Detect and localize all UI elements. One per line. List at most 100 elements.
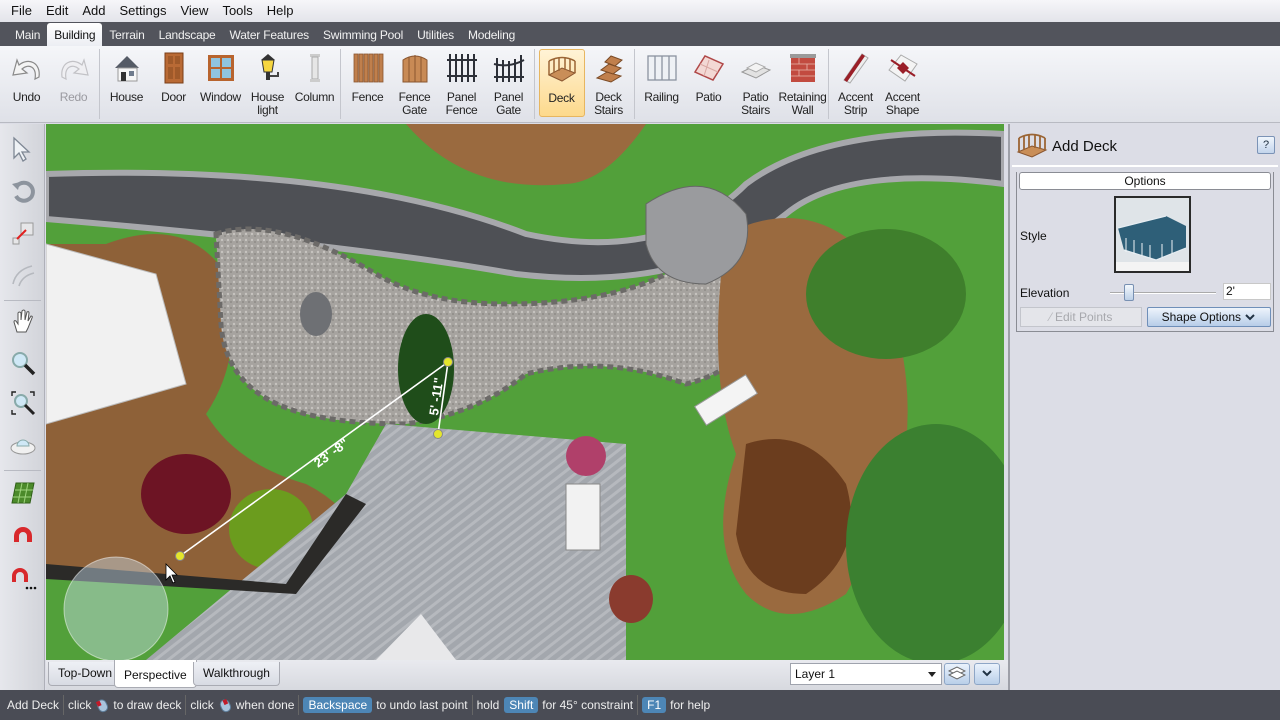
- panel-gate-icon: [492, 51, 526, 85]
- view-tab-top-down[interactable]: Top-Down: [48, 662, 123, 686]
- tab-swimming-pool[interactable]: Swimming Pool: [316, 24, 410, 46]
- status-text: click: [190, 698, 214, 712]
- snap-options-icon[interactable]: [8, 562, 38, 592]
- zoom-icon[interactable]: [8, 348, 38, 378]
- layer-options-button[interactable]: [974, 663, 1000, 685]
- grid-icon[interactable]: [8, 478, 38, 508]
- panel-gate-button[interactable]: Panel Gate: [486, 49, 532, 117]
- planter-red: [609, 575, 653, 623]
- view-tab-walkthrough[interactable]: Walkthrough: [193, 662, 280, 686]
- patio-icon: [692, 51, 726, 85]
- rotate-icon[interactable]: [8, 176, 38, 206]
- column-button[interactable]: Column: [292, 49, 338, 117]
- tab-modeling[interactable]: Modeling: [461, 24, 522, 46]
- status-text: for 45° constraint: [542, 698, 634, 712]
- status-hint-undo: Backspace to undo last point: [299, 695, 473, 715]
- deck-style-thumbnail[interactable]: [1114, 196, 1191, 273]
- status-bar: Add Deck click to draw deck click when d…: [0, 690, 1280, 720]
- house-light-icon: [251, 51, 285, 85]
- panel-title: Add Deck: [1052, 138, 1118, 155]
- elevation-slider-thumb[interactable]: [1124, 284, 1135, 301]
- ribbon-group-deck: Deck Deck Stairs: [538, 49, 635, 119]
- status-text: to draw deck: [113, 698, 182, 712]
- edit-points-button[interactable]: ⁄ Edit Points: [1020, 307, 1142, 327]
- navigation-compass[interactable]: [63, 556, 169, 660]
- panel-fence-button[interactable]: Panel Fence: [439, 49, 485, 117]
- accent-strip-button[interactable]: Accent Strip: [833, 49, 879, 117]
- landscape-plan: 23' -8" 5' -11": [46, 124, 1004, 660]
- door-button[interactable]: Door: [151, 49, 197, 117]
- properties-panel: Add Deck ? Options Style Elevation 2' ⁄ …: [1008, 124, 1280, 690]
- menu-add[interactable]: Add: [75, 0, 112, 22]
- design-canvas[interactable]: 23' -8" 5' -11": [46, 124, 1004, 660]
- zoom-extents-icon[interactable]: [8, 388, 38, 418]
- deck-point-handle[interactable]: [433, 429, 443, 439]
- house-icon: [110, 51, 144, 85]
- patio-button[interactable]: Patio: [686, 49, 732, 117]
- column-icon: [298, 51, 332, 85]
- shrub-flowering: [806, 229, 966, 359]
- chevron-down-icon: [981, 667, 993, 681]
- tab-terrain[interactable]: Terrain: [102, 24, 151, 46]
- view-tab-perspective[interactable]: Perspective: [114, 660, 197, 688]
- edit-points-label: Edit Points: [1054, 310, 1113, 324]
- options-header[interactable]: Options: [1019, 172, 1271, 190]
- tab-building[interactable]: Building: [47, 23, 103, 46]
- layer-select[interactable]: Layer 1: [790, 663, 942, 685]
- window-button[interactable]: Window: [198, 49, 244, 117]
- undo-button[interactable]: Undo: [4, 49, 50, 117]
- status-text: hold: [476, 698, 500, 712]
- status-text: when done: [235, 698, 295, 712]
- deck-point-handle[interactable]: [175, 551, 185, 561]
- fence-gate-button[interactable]: Fence Gate: [392, 49, 438, 117]
- menu-view[interactable]: View: [173, 0, 215, 22]
- arc-icon[interactable]: [8, 260, 38, 290]
- menu-file[interactable]: File: [4, 0, 39, 22]
- select-arrow-icon[interactable]: [8, 134, 38, 164]
- tab-water-features[interactable]: Water Features: [223, 24, 316, 46]
- accent-shape-button[interactable]: Accent Shape: [880, 49, 926, 117]
- undo-icon: [10, 51, 44, 85]
- patio-stairs-button[interactable]: Patio Stairs: [733, 49, 779, 117]
- resize-icon[interactable]: [8, 218, 38, 248]
- deck-button[interactable]: Deck: [538, 49, 585, 117]
- shape-options-button[interactable]: Shape Options: [1147, 307, 1271, 327]
- tab-landscape[interactable]: Landscape: [152, 24, 223, 46]
- deck-point-handle[interactable]: [443, 357, 453, 367]
- ribbon-toolbar: Undo Redo House Door Window House light …: [0, 46, 1280, 123]
- accent-shape-icon: [886, 51, 920, 85]
- menu-bar: File Edit Add Settings View Tools Help: [0, 0, 1280, 22]
- deck-bench: [565, 483, 601, 551]
- menu-help[interactable]: Help: [260, 0, 301, 22]
- status-mode-text: Add Deck: [7, 698, 60, 712]
- retaining-wall-button[interactable]: Retaining Wall: [779, 49, 827, 117]
- redo-button[interactable]: Redo: [51, 49, 97, 117]
- orbit-icon[interactable]: [8, 430, 38, 460]
- menu-settings[interactable]: Settings: [113, 0, 174, 22]
- japanese-maple: [141, 454, 231, 534]
- deck-icon: [545, 52, 579, 86]
- elevation-input[interactable]: 2': [1223, 283, 1271, 300]
- mouse-right-click-icon: [217, 697, 233, 713]
- shape-options-label: Shape Options: [1161, 310, 1242, 324]
- fence-button[interactable]: Fence: [345, 49, 391, 117]
- retaining-wall-icon: [786, 51, 820, 85]
- tab-main[interactable]: Main: [8, 24, 47, 46]
- deck-stairs-button[interactable]: Deck Stairs: [586, 49, 632, 117]
- house-button[interactable]: House: [104, 49, 150, 117]
- ribbon-group-patio: Railing Patio Patio Stairs Retaining Wal…: [638, 49, 829, 119]
- status-mode: Add Deck: [3, 695, 65, 715]
- house-light-button[interactable]: House light: [245, 49, 291, 117]
- layers-button[interactable]: [944, 663, 970, 685]
- pan-hand-icon[interactable]: [8, 306, 38, 336]
- menu-tools[interactable]: Tools: [215, 0, 259, 22]
- help-button[interactable]: ?: [1257, 136, 1275, 154]
- style-label: Style: [1020, 229, 1047, 243]
- menu-edit[interactable]: Edit: [39, 0, 75, 22]
- railing-button[interactable]: Railing: [639, 49, 685, 117]
- fence-icon: [351, 51, 385, 85]
- status-hint-shift: hold Shift for 45° constraint: [473, 695, 639, 715]
- snap-magnet-icon[interactable]: [8, 520, 38, 550]
- view-bar: Top-Down Perspective Walkthrough Layer 1: [46, 660, 1008, 690]
- tab-utilities[interactable]: Utilities: [410, 24, 461, 46]
